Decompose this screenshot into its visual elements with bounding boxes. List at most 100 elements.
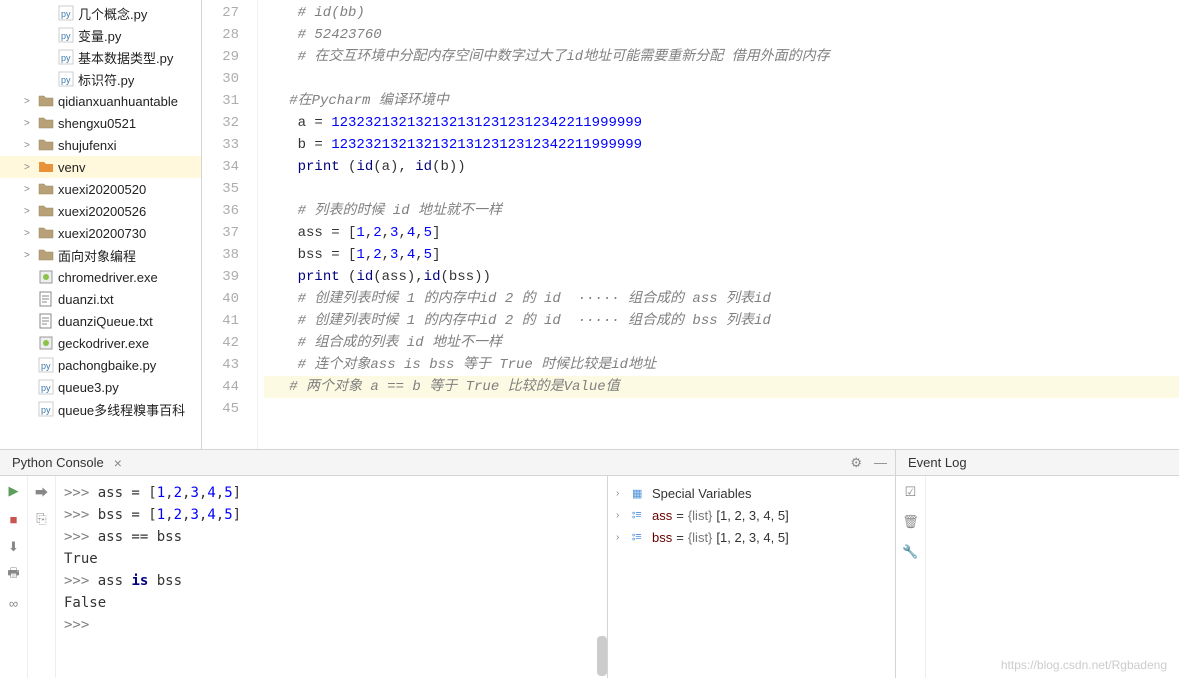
tree-label: 面向对象编程: [58, 246, 136, 265]
tree-item[interactable]: py queue多线程糗事百科: [0, 398, 201, 420]
folder-icon: [38, 203, 54, 219]
tree-item[interactable]: > venv: [0, 156, 201, 178]
tree-item[interactable]: > xuexi20200520: [0, 178, 201, 200]
code-line[interactable]: [264, 178, 1179, 200]
wrench-icon[interactable]: 🔧: [902, 544, 918, 560]
code-line[interactable]: # 创建列表时候 1 的内存中id 2 的 id ····· 组合成的 ass …: [264, 288, 1179, 310]
chevron-right-icon[interactable]: >: [24, 250, 36, 261]
tree-label: geckodriver.exe: [58, 336, 149, 351]
code-line[interactable]: print (id(a), id(b)): [264, 156, 1179, 178]
chevron-right-icon[interactable]: >: [24, 206, 36, 217]
tree-item[interactable]: py 标识符.py: [0, 68, 201, 90]
chevron-right-icon[interactable]: >: [24, 118, 36, 129]
eventlog-toolbar: ☑ 🗑 🔧: [896, 476, 926, 678]
tree-label: shujufenxi: [58, 138, 117, 153]
chevron-right-icon[interactable]: >: [24, 96, 36, 107]
print-icon[interactable]: 🖶: [5, 566, 23, 584]
tree-label: shengxu0521: [58, 116, 136, 131]
tree-item[interactable]: py基本数据类型.py: [0, 46, 201, 68]
svg-text:py: py: [61, 9, 71, 19]
code-line[interactable]: # 创建列表时候 1 的内存中id 2 的 id ····· 组合成的 bss …: [264, 310, 1179, 332]
tree-item[interactable]: pypachongbaike.py: [0, 354, 201, 376]
code-line[interactable]: # 两个对象 a == b 等于 True 比较的是Value值: [264, 376, 1179, 398]
exe-icon: [38, 269, 54, 285]
trash-icon[interactable]: 🗑: [902, 514, 919, 530]
svg-text:py: py: [41, 383, 51, 393]
chevron-right-icon[interactable]: >: [24, 184, 36, 195]
code-line[interactable]: # 连个对象ass is bss 等于 True 时候比较是id地址: [264, 354, 1179, 376]
tree-label: queue多线程糗事百科: [58, 400, 185, 419]
code-line[interactable]: [264, 68, 1179, 90]
debug-icon[interactable]: ⬇: [5, 538, 23, 556]
folder-icon: [38, 93, 54, 109]
tree-label: duanziQueue.txt: [58, 314, 153, 329]
code-editor[interactable]: 27282930313233343536373839404142434445 #…: [202, 0, 1179, 449]
console-output[interactable]: >>> ass = [1,2,3,4,5]>>> bss = [1,2,3,4,…: [56, 476, 607, 678]
tree-item[interactable]: > xuexi20200730: [0, 222, 201, 244]
project-tree[interactable]: py几个概念.pypy变量.pypy基本数据类型.pypy标识符.py>qidi…: [0, 0, 202, 449]
tree-item[interactable]: duanzi.txt: [0, 288, 201, 310]
console-tab[interactable]: Python Console: [8, 455, 108, 470]
gear-icon[interactable]: ⚙: [850, 455, 862, 471]
var-row[interactable]: ›⦂≡ass = {list} [1, 2, 3, 4, 5]: [616, 504, 887, 526]
tree-item[interactable]: > 面向对象编程: [0, 244, 201, 266]
chevron-right-icon[interactable]: >: [24, 162, 36, 173]
tree-label: 标识符.py: [78, 70, 134, 89]
code-line[interactable]: ass = [1,2,3,4,5]: [264, 222, 1179, 244]
code-line[interactable]: # 组合成的列表 id 地址不一样: [264, 332, 1179, 354]
folder-icon: [38, 181, 54, 197]
special-vars-row[interactable]: ›▦Special Variables: [616, 482, 887, 504]
var-row[interactable]: ›⦂≡bss = {list} [1, 2, 3, 4, 5]: [616, 526, 887, 548]
code-line[interactable]: a = 123232132132132131231231234221199999…: [264, 112, 1179, 134]
code-line[interactable]: [264, 398, 1179, 420]
link-icon[interactable]: ∞: [5, 594, 23, 612]
code-line[interactable]: b = 123232132132132131231231234221199999…: [264, 134, 1179, 156]
tree-label: venv: [58, 160, 85, 175]
minimize-icon[interactable]: —: [874, 455, 887, 471]
close-icon[interactable]: ×: [114, 455, 122, 471]
eventlog-tab[interactable]: Event Log: [904, 455, 971, 470]
code-line[interactable]: # id(bb): [264, 2, 1179, 24]
console-line: >>>: [64, 614, 599, 636]
py-icon: py: [38, 379, 54, 395]
code-line[interactable]: # 52423760: [264, 24, 1179, 46]
check-icon[interactable]: ☑: [905, 484, 917, 500]
rerun-icon[interactable]: ▶: [5, 482, 23, 500]
tree-item[interactable]: > shengxu0521: [0, 112, 201, 134]
py-icon: py: [38, 357, 54, 373]
tree-item[interactable]: chromedriver.exe: [0, 266, 201, 288]
console-line: >>> ass == bss: [64, 526, 599, 548]
chevron-right-icon[interactable]: >: [24, 228, 36, 239]
tree-label: 基本数据类型.py: [78, 48, 173, 67]
console-line: False: [64, 592, 599, 614]
code-line[interactable]: print (id(ass),id(bss)): [264, 266, 1179, 288]
tree-item[interactable]: py变量.py: [0, 24, 201, 46]
tree-item[interactable]: pyqueue3.py: [0, 376, 201, 398]
code-line[interactable]: #在Pycharm 编译环境中: [264, 90, 1179, 112]
code-line[interactable]: # 列表的时候 id 地址就不一样: [264, 200, 1179, 222]
code-line[interactable]: bss = [1,2,3,4,5]: [264, 244, 1179, 266]
tree-item[interactable]: py几个概念.py: [0, 2, 201, 24]
txt-icon: [38, 291, 54, 307]
variables-panel[interactable]: ›▦Special Variables›⦂≡ass = {list} [1, 2…: [607, 476, 895, 678]
editor-code-area[interactable]: # id(bb) # 52423760 # 在交互环境中分配内存空间中数字过大了…: [258, 0, 1179, 449]
scrollbar-handle[interactable]: [597, 636, 607, 676]
tree-item[interactable]: geckodriver.exe: [0, 332, 201, 354]
tree-item[interactable]: > shujufenxi: [0, 134, 201, 156]
event-log-panel: Event Log ☑ 🗑 🔧 https://blog.csdn.net/Rg…: [896, 450, 1179, 678]
chevron-right-icon[interactable]: >: [24, 140, 36, 151]
py-icon: py: [58, 27, 74, 43]
console-line: >>> ass = [1,2,3,4,5]: [64, 482, 599, 504]
svg-text:py: py: [41, 405, 51, 415]
code-line[interactable]: # 在交互环境中分配内存空间中数字过大了id地址可能需要重新分配 借用外面的内存: [264, 46, 1179, 68]
txt-icon: [38, 313, 54, 329]
stop-icon[interactable]: ■: [5, 510, 23, 528]
history-icon[interactable]: ⎘: [36, 511, 46, 527]
exec-icon[interactable]: ⮕: [35, 482, 48, 501]
tree-item[interactable]: >qidianxuanhuantable: [0, 90, 201, 112]
tree-item[interactable]: >xuexi20200526: [0, 200, 201, 222]
tree-label: xuexi20200730: [58, 226, 146, 241]
svg-text:py: py: [61, 75, 71, 85]
tree-label: xuexi20200520: [58, 182, 146, 197]
tree-item[interactable]: duanziQueue.txt: [0, 310, 201, 332]
